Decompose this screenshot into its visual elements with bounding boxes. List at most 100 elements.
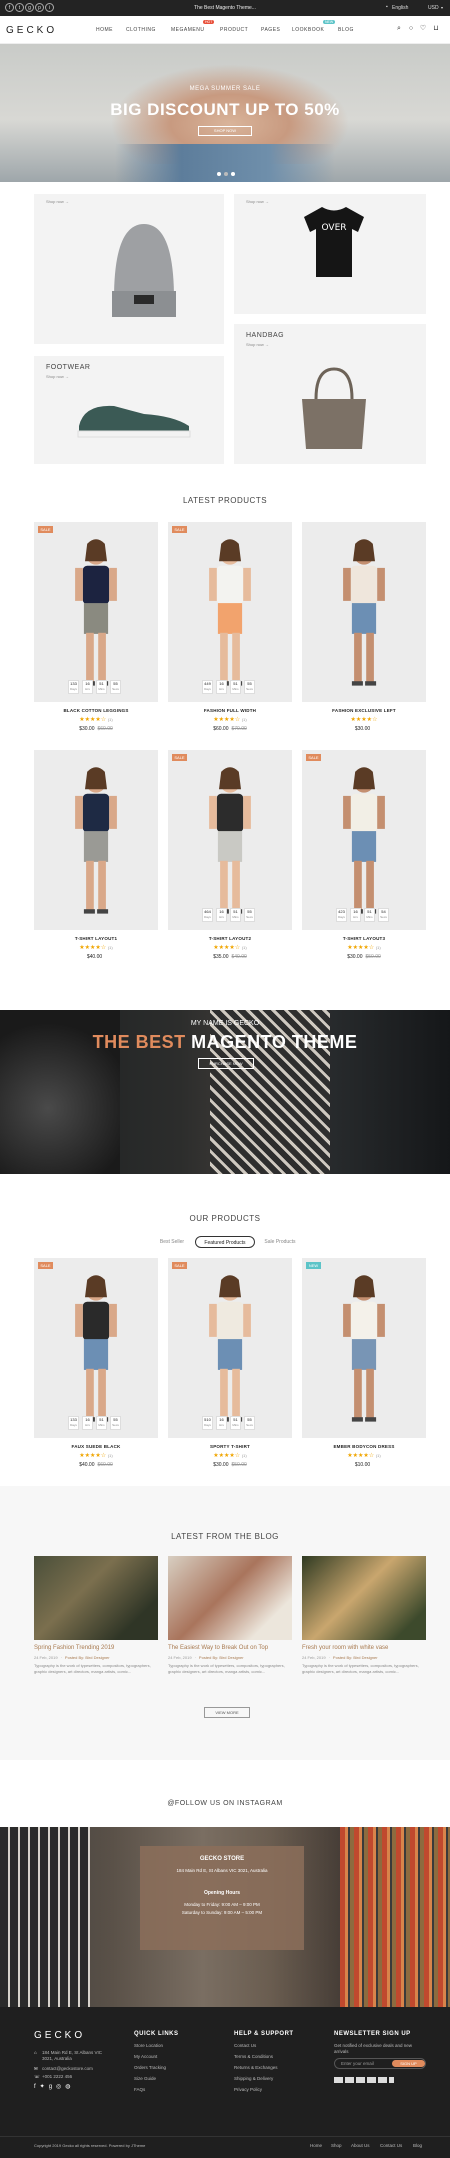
product-card-image[interactable]: SALE 423 Days 16 Hrs 51 Mins 54 Secs [302,750,426,930]
cart-icon[interactable]: ⊔ [432,25,440,33]
product-card-image[interactable]: SALE 449 Days 16 Hrs 51 Mins 55 Secs [168,522,292,702]
quick-link[interactable]: Orders Tracking [134,2065,166,2070]
handbag-image [302,367,366,449]
slider-dot[interactable] [231,172,235,176]
product-name[interactable]: T-SHIRT LAYOUT2 [168,936,292,941]
bottom-link[interactable]: Home [310,2143,322,2148]
footer-social-icons[interactable]: f✦g◎◍ [34,2083,75,2090]
nav-megamenu[interactable]: MEGAMENU [171,27,204,33]
shop-now-link[interactable]: Shop now → [246,342,269,347]
quick-link[interactable]: FAQs [134,2087,145,2092]
category-card-footwear[interactable]: FOOTWEAR Shop now → [34,356,224,464]
product-card-image[interactable]: NEW [302,1258,426,1438]
hero-shop-button[interactable]: SHOP NOW [198,126,252,136]
tab-best-seller[interactable]: Best Seller [150,1236,194,1248]
countdown-box: 133 Days [68,680,79,694]
newsletter-email-field[interactable]: Enter your email SIGN UP [334,2058,426,2069]
product-name[interactable]: FASHION FULL WIDTH [168,708,292,713]
footer-logo[interactable]: GECKO [34,2030,85,2041]
nav-clothing[interactable]: CLOTHING [126,27,156,33]
countdown-value: 51 [99,681,104,686]
search-icon[interactable]: ⌕ [395,25,403,33]
view-more-button[interactable]: VIEW MORE [204,1707,250,1718]
banner-title: THE BEST MAGENTO THEME [0,1032,450,1053]
slider-dot[interactable] [224,172,228,176]
shop-now-link[interactable]: Shop now → [246,199,269,204]
category-card-handbag[interactable]: HANDBAG Shop now → [234,324,426,464]
footer-address: 184 Main Rd E, St Albans VIC 3021, Austr… [42,2050,103,2061]
blog-post-title[interactable]: Spring Fashion Trending 2019 [34,1645,158,1651]
hero-slider[interactable]: MEGA SUMMER SALE BIG DISCOUNT UP TO 50% … [0,44,450,182]
instagram-icon[interactable]: i [45,3,54,12]
nav-blog[interactable]: BLOG [338,27,354,33]
product-name[interactable]: FAUX SUEDE BLACK [34,1444,158,1449]
bottom-link[interactable]: Contact Us [380,2143,402,2148]
nav-pages[interactable]: PAGES [261,27,280,33]
product-name[interactable]: EMBER BODYCON DRESS [302,1444,426,1449]
quick-link[interactable]: Store Location [134,2043,163,2048]
product-image [343,539,385,686]
blog-post-image[interactable] [34,1556,158,1640]
tab-sale[interactable]: Sale Products [258,1236,302,1248]
category-card-tshirt[interactable]: Shop now → OVER [234,194,426,314]
product-card-image[interactable]: SALE 133 Days 16 Hrs 51 Mins 55 Secs [34,522,158,702]
countdown-value: 51 [367,909,372,914]
twitter-icon[interactable]: t [15,3,24,12]
product-name[interactable]: BLACK COTTON LEGGINGS [34,708,158,713]
facebook-icon[interactable]: f [5,3,14,12]
footer-phone[interactable]: +001 2222 456 [42,2074,72,2079]
blog-post-title[interactable]: Fresh your room with white vase [302,1645,426,1651]
blog-post-title[interactable]: The Easiest Way to Break Out on Top [168,1645,292,1651]
user-icon[interactable]: ○ [407,25,415,33]
currency-select[interactable]: USD [428,5,439,11]
promo-text[interactable]: The Best Magento Theme... [180,5,270,11]
countdown-unit: Secs [246,687,253,691]
shop-now-link[interactable]: Shop now → [46,374,69,379]
blog-post-image[interactable] [302,1556,426,1640]
product-card-image[interactable] [34,750,158,930]
bottom-link[interactable]: Blog [413,2143,422,2148]
countdown-box: 55 Secs [244,1416,255,1430]
help-link[interactable]: Privacy Policy [234,2087,262,2092]
product-card-image[interactable]: SALE 464 Days 16 Hrs 51 Mins 55 Secs [168,750,292,930]
shop-now-link[interactable]: Shop now → [46,199,69,204]
logo[interactable]: GECKO [6,25,57,36]
countdown-value: 55 [113,1417,118,1422]
category-card-beanie[interactable]: Shop now → [34,194,224,344]
tab-featured[interactable]: Featured Products [195,1236,255,1248]
quick-link[interactable]: Size Guide [134,2076,156,2081]
pinterest-icon[interactable]: p [35,3,44,12]
help-link[interactable]: Returns & Exchanges [234,2065,278,2070]
bottom-link[interactable]: Shop [331,2143,342,2148]
product-name[interactable]: T-SHIRT LAYOUT3 [302,936,426,941]
signup-button[interactable]: SIGN UP [392,2060,425,2067]
product-name[interactable]: T-SHIRT LAYOUT1 [34,936,158,941]
nav-lookbook[interactable]: LOOKBOOK [292,27,324,33]
heart-icon[interactable]: ♡ [419,25,427,33]
slider-dot[interactable] [217,172,221,176]
quick-link[interactable]: My Account [134,2054,157,2059]
blog-post-author: Posted By: Bird Designer [64,1655,110,1660]
language-select[interactable]: English [392,5,408,11]
help-link[interactable]: Contact Us [234,2043,256,2048]
blog-post-image[interactable] [168,1556,292,1640]
footer-email[interactable]: contact@geckostore.com [42,2066,93,2071]
product-card-image[interactable]: SALE 133 Days 16 Hrs 51 Mins 55 Secs [34,1258,158,1438]
sale-badge: SALE [172,526,187,533]
product-image [209,1275,251,1422]
purchase-button[interactable]: PURCHASE NOW [198,1058,254,1069]
nav-home[interactable]: HOME [96,27,113,33]
product-rating: ★★★★☆ (1) [347,945,381,951]
product-card-image[interactable] [302,522,426,702]
product-name[interactable]: FASHION EXCLUSIVE LEFT [302,708,426,713]
google-icon[interactable]: g [25,3,34,12]
help-link[interactable]: Terms & Conditions [234,2054,273,2059]
bottom-link[interactable]: About Us [351,2143,370,2148]
product-name[interactable]: SPORTY T-SHIRT [168,1444,292,1449]
instagram-title[interactable]: @FOLLOW US ON INSTAGRAM [0,1800,450,1807]
countdown-unit: Secs [112,687,119,691]
nav-product[interactable]: PRODUCT [220,27,248,33]
help-link[interactable]: Shipping & Delivery [234,2076,273,2081]
product-card-image[interactable]: SALE 510 Days 16 Hrs 51 Mins 55 Secs [168,1258,292,1438]
price-current: $30.00 [79,726,95,732]
